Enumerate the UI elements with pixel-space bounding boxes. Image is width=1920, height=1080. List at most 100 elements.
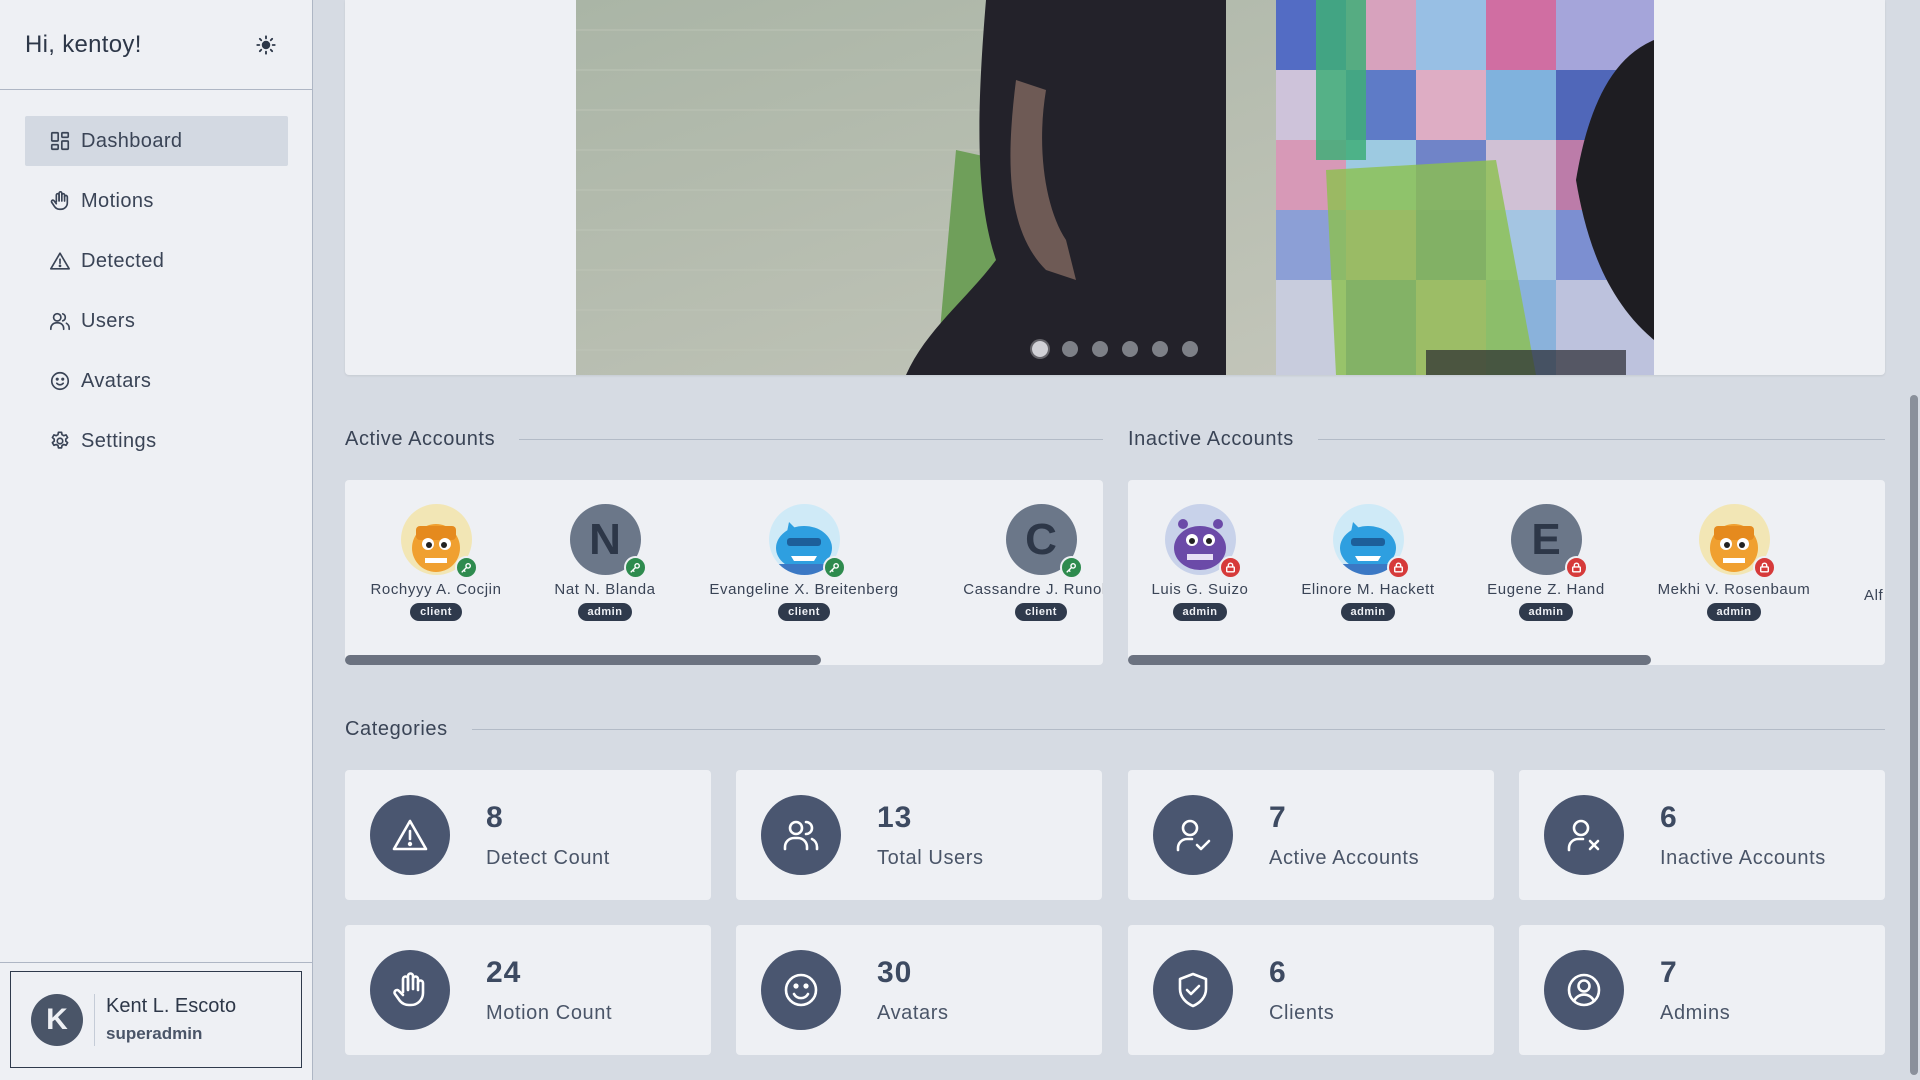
theme-toggle-button[interactable]	[252, 31, 280, 59]
profile-name: Kent L. Escoto	[106, 995, 237, 1017]
profile-card[interactable]: K Kent L. Escoto superadmin	[10, 971, 302, 1068]
carousel-dot[interactable]	[1182, 341, 1198, 357]
account-avatar	[1164, 504, 1242, 579]
sidebar-item-label: Motions	[81, 189, 154, 212]
hand-icon	[370, 950, 450, 1030]
account-item[interactable]: Mekhi V. Rosenbaum admin	[1644, 504, 1824, 621]
sidebar-item-detected[interactable]: Detected	[25, 236, 288, 286]
account-item[interactable]: Evangeline X. Breitenberg client	[709, 504, 898, 621]
category-card[interactable]: 13 Total Users	[736, 770, 1102, 900]
role-badge: admin	[1518, 603, 1574, 621]
gear-icon	[49, 430, 71, 452]
section-title: Categories	[345, 718, 448, 740]
lock-icon	[1752, 556, 1776, 579]
account-item[interactable]: N Nat N. Blanda admin	[515, 504, 695, 621]
sidebar-footer: K Kent L. Escoto superadmin	[0, 962, 313, 1080]
category-card[interactable]: 24 Motion Count	[345, 925, 711, 1055]
active-accounts-panel: Rochyyy A. Cocjin client N Nat N. Blanda adm…	[345, 480, 1103, 665]
greeting: Hi, kentoy!	[25, 30, 142, 58]
carousel-image[interactable]	[576, 0, 1654, 375]
account-avatar	[768, 504, 846, 579]
category-value: 8	[486, 800, 504, 834]
scrollbar-thumb[interactable]	[1128, 655, 1651, 665]
role-badge: client	[778, 603, 830, 621]
category-label: Avatars	[877, 1001, 949, 1024]
horizontal-scrollbar[interactable]	[345, 655, 1103, 665]
category-card[interactable]: 7 Admins	[1519, 925, 1885, 1055]
category-value: 30	[877, 955, 913, 989]
sidebar: Hi, kentoy! Dashboard Motions Detected U…	[0, 0, 313, 1080]
user-circle-icon	[1544, 950, 1624, 1030]
carousel-dot[interactable]	[1122, 341, 1138, 357]
sidebar-item-users[interactable]: Users	[25, 296, 288, 346]
category-card[interactable]: 6 Clients	[1128, 925, 1494, 1055]
sidebar-item-avatars[interactable]: Avatars	[25, 356, 288, 406]
category-value: 6	[1660, 800, 1678, 834]
account-avatar	[1698, 504, 1776, 579]
account-name: Mekhi V. Rosenbaum	[1657, 581, 1811, 598]
category-card[interactable]: 7 Active Accounts	[1128, 770, 1494, 900]
user-x-icon	[1544, 795, 1624, 875]
category-card[interactable]: 8 Detect Count	[345, 770, 711, 900]
role-badge: client	[1015, 603, 1067, 621]
category-card[interactable]: 6 Inactive Accounts	[1519, 770, 1885, 900]
category-label: Detect Count	[486, 846, 610, 869]
carousel-dot[interactable]	[1152, 341, 1168, 357]
account-item[interactable]: Elinore M. Hackett admin	[1278, 504, 1458, 621]
category-label: Inactive Accounts	[1660, 846, 1826, 869]
sidebar-item-label: Avatars	[81, 369, 152, 392]
category-value: 7	[1269, 800, 1287, 834]
carousel-dot[interactable]	[1092, 341, 1108, 357]
account-name: Cassandre J. Runolfs	[963, 581, 1103, 598]
account-item[interactable]: Luis G. Suizo admin	[1128, 504, 1290, 621]
category-label: Motion Count	[486, 1001, 613, 1024]
role-badge: admin	[1706, 603, 1762, 621]
profile-role: superadmin	[106, 1024, 203, 1043]
inactive-accounts-heading: Inactive Accounts	[1128, 428, 1885, 451]
sidebar-item-settings[interactable]: Settings	[25, 416, 288, 466]
account-name: Elinore M. Hackett	[1301, 581, 1435, 598]
account-item[interactable]: Alf	[1864, 504, 1885, 604]
sidebar-item-label: Users	[81, 309, 136, 332]
account-item[interactable]: C Cassandre J. Runolfs client	[951, 504, 1103, 621]
sidebar-header: Hi, kentoy!	[0, 0, 312, 90]
avatar: K	[31, 993, 83, 1046]
page-scrollbar[interactable]	[1910, 395, 1918, 1075]
lock-icon	[1218, 556, 1242, 579]
category-label: Admins	[1660, 1001, 1731, 1024]
account-name: Luis G. Suizo	[1151, 581, 1249, 598]
inactive-accounts-panel: Luis G. Suizo admin Elinore M. Hackett admi…	[1128, 480, 1885, 665]
active-accounts-heading: Active Accounts	[345, 428, 1103, 451]
users-icon	[761, 795, 841, 875]
account-avatar: E	[1510, 504, 1588, 579]
account-item[interactable]: Rochyyy A. Cocjin client	[346, 504, 526, 621]
account-name: Evangeline X. Breitenberg	[709, 581, 899, 598]
key-icon	[1059, 556, 1083, 579]
category-card[interactable]: 30 Avatars	[736, 925, 1102, 1055]
scrollbar-thumb[interactable]	[345, 655, 821, 665]
sidebar-item-motions[interactable]: Motions	[25, 176, 288, 226]
categories-heading: Categories	[345, 718, 1885, 741]
category-label: Total Users	[877, 846, 984, 869]
account-name: Eugene Z. Hand	[1487, 581, 1605, 598]
category-value: 7	[1660, 955, 1678, 989]
sidebar-item-label: Dashboard	[81, 129, 183, 152]
smile-icon	[49, 370, 71, 392]
key-icon	[623, 556, 647, 579]
sidebar-nav: Dashboard Motions Detected Users Avatars	[0, 90, 312, 466]
role-badge: client	[410, 603, 462, 621]
sidebar-item-dashboard[interactable]: Dashboard	[25, 116, 288, 166]
account-name: Rochyyy A. Cocjin	[370, 581, 502, 598]
carousel-dot[interactable]	[1032, 341, 1048, 357]
warning-icon	[370, 795, 450, 875]
horizontal-scrollbar[interactable]	[1128, 655, 1885, 665]
account-item[interactable]: E Eugene Z. Hand admin	[1456, 504, 1636, 621]
shield-check-icon	[1153, 950, 1233, 1030]
sidebar-item-label: Settings	[81, 429, 157, 452]
role-badge: admin	[577, 603, 633, 621]
category-label: Active Accounts	[1269, 846, 1420, 869]
carousel-dot[interactable]	[1062, 341, 1078, 357]
account-name: Alf	[1864, 587, 1884, 604]
sidebar-item-label: Detected	[81, 249, 165, 272]
profile-divider	[94, 993, 95, 1046]
